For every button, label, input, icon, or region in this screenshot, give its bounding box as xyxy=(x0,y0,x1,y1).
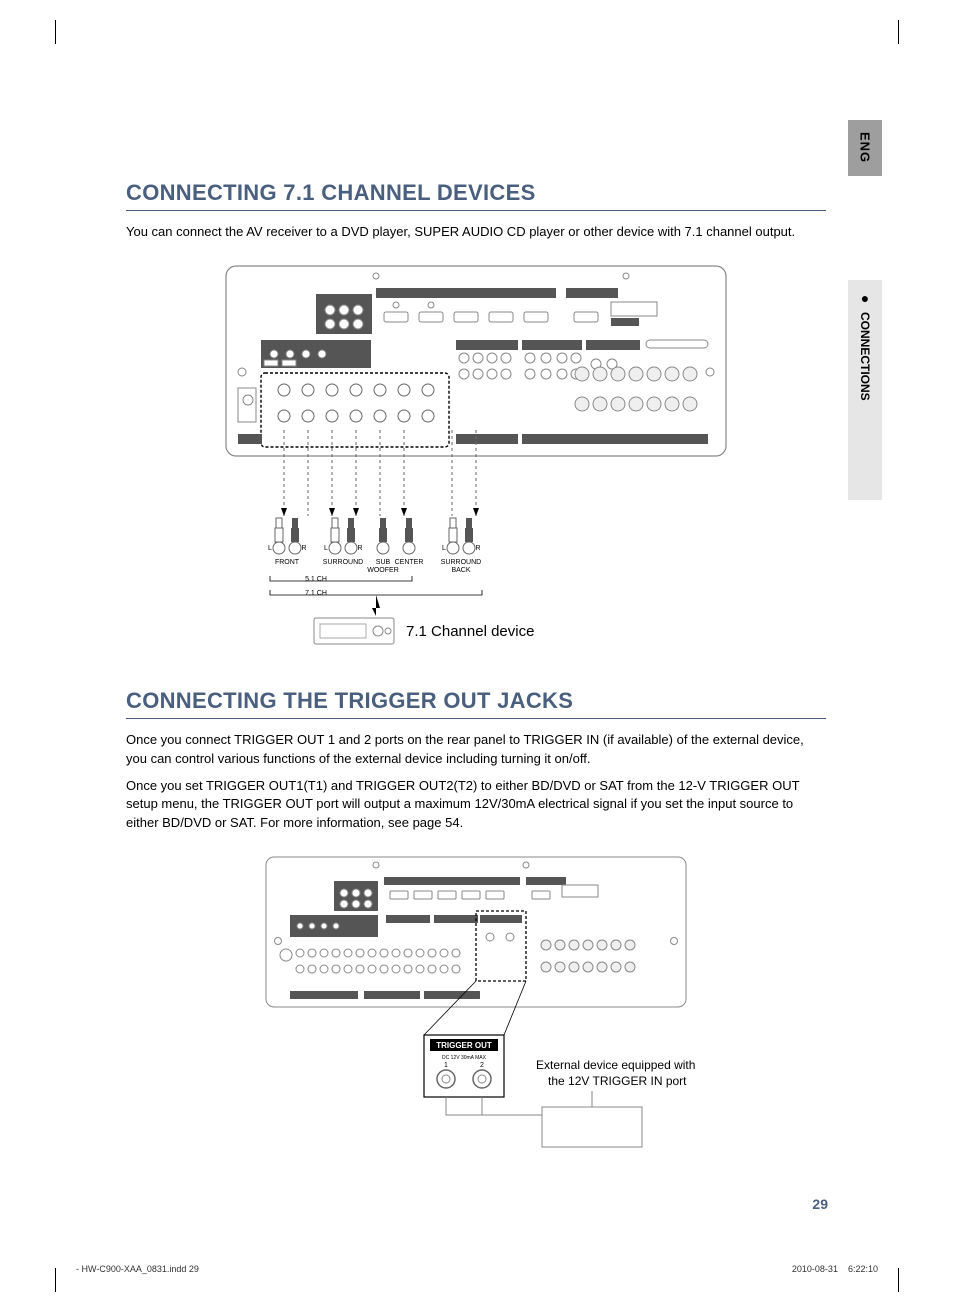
section-tab: ● CONNECTIONS xyxy=(848,280,882,500)
language-tab: ENG xyxy=(848,120,882,176)
crop-mark xyxy=(898,20,910,44)
rca-plugs: L R FRONT L R SURROUND SUB WOOFER xyxy=(268,518,481,574)
svg-text:L: L xyxy=(324,545,328,552)
footer-timestamp: 2010-08-31 6:22:10 xyxy=(792,1264,878,1274)
svg-text:1: 1 xyxy=(444,1062,448,1069)
svg-text:FRONT: FRONT xyxy=(275,559,300,566)
svg-text:CENTER: CENTER xyxy=(395,559,424,566)
section1-title: CONNECTING 7.1 CHANNEL DEVICES xyxy=(126,180,826,211)
page-number: 29 xyxy=(812,1196,828,1212)
section2-para1: Once you connect TRIGGER OUT 1 and 2 por… xyxy=(126,731,826,769)
svg-text:5.1 CH: 5.1 CH xyxy=(305,576,327,583)
svg-text:R: R xyxy=(475,545,480,552)
svg-text:7.1 Channel device: 7.1 Channel device xyxy=(406,623,534,640)
section-tab-label: CONNECTIONS xyxy=(858,312,872,401)
svg-text:R: R xyxy=(357,545,362,552)
page-content: CONNECTING 7.1 CHANNEL DEVICES You can c… xyxy=(126,180,826,1189)
diagram-7-1-channel: L R FRONT L R SURROUND SUB WOOFER xyxy=(206,258,746,658)
svg-text:External device equipped with: External device equipped with xyxy=(536,1058,695,1072)
section2-title: CONNECTING THE TRIGGER OUT JACKS xyxy=(126,688,826,719)
crop-mark xyxy=(898,1268,910,1292)
svg-text:BACK: BACK xyxy=(451,567,470,574)
svg-text:SUB: SUB xyxy=(376,559,391,566)
language-label: ENG xyxy=(858,132,873,163)
svg-text:L: L xyxy=(268,545,272,552)
section2-para2: Once you set TRIGGER OUT1(T1) and TRIGGE… xyxy=(126,777,826,834)
footer-time: 6:22:10 xyxy=(848,1264,878,1274)
svg-text:the 12V TRIGGER IN port: the 12V TRIGGER IN port xyxy=(548,1074,687,1088)
bullet-icon: ● xyxy=(857,290,873,306)
svg-text:L: L xyxy=(442,545,446,552)
svg-text:WOOFER: WOOFER xyxy=(367,567,399,574)
svg-text:2: 2 xyxy=(480,1062,484,1069)
svg-text:SURROUND: SURROUND xyxy=(323,559,363,566)
diagram-trigger-out: TRIGGER OUT DC 12V 30mA MAX 1 2 External… xyxy=(246,849,706,1159)
svg-text:SURROUND: SURROUND xyxy=(441,559,481,566)
svg-text:DC 12V 30mA MAX: DC 12V 30mA MAX xyxy=(442,1055,487,1061)
svg-text:R: R xyxy=(301,545,306,552)
footer-date: 2010-08-31 xyxy=(792,1264,838,1274)
footer-filename: - HW-C900-XAA_0831.indd 29 xyxy=(76,1264,199,1274)
crop-mark xyxy=(44,20,56,44)
svg-text:TRIGGER OUT: TRIGGER OUT xyxy=(436,1041,492,1050)
crop-mark xyxy=(44,1268,56,1292)
svg-text:7.1 CH: 7.1 CH xyxy=(305,590,327,597)
section1-intro: You can connect the AV receiver to a DVD… xyxy=(126,223,826,242)
